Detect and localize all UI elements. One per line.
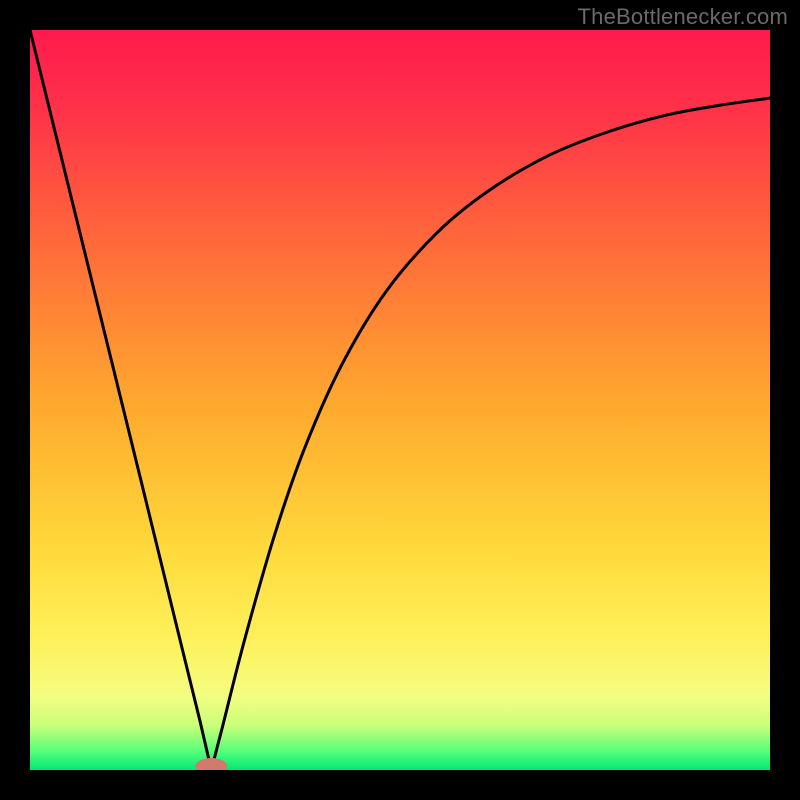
chart-stage: TheBottlenecker.com — [0, 0, 800, 800]
watermark-label: TheBottlenecker.com — [578, 4, 788, 30]
bottleneck-chart — [30, 30, 770, 770]
gradient-background — [30, 30, 770, 770]
